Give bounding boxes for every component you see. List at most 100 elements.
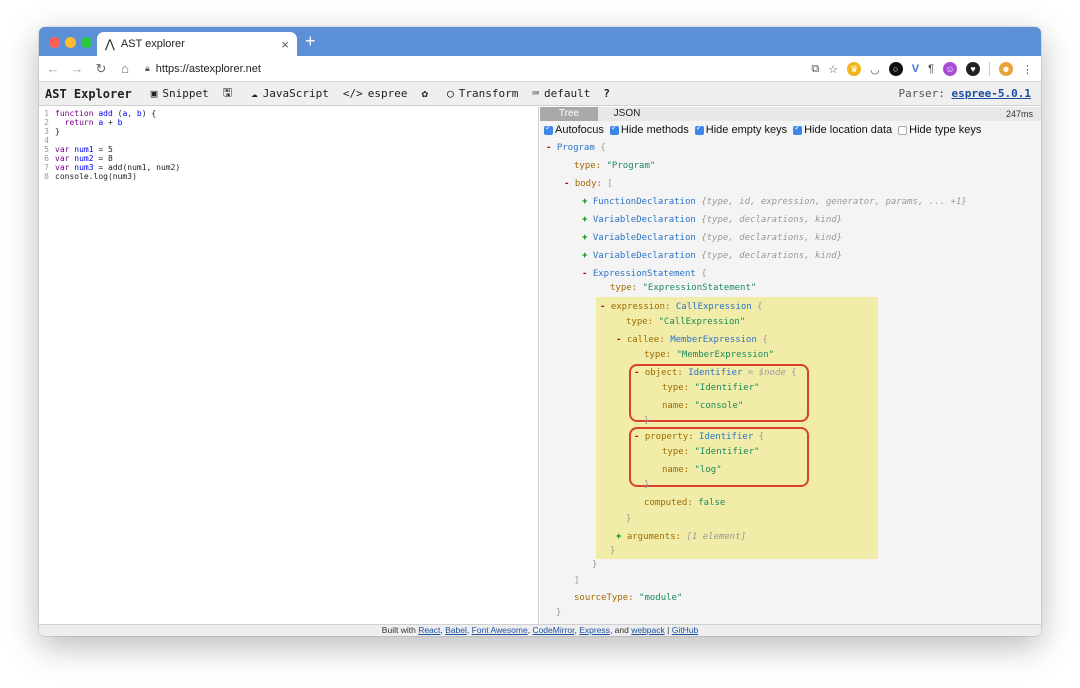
checkbox[interactable] — [793, 123, 803, 135]
extension-heart-icon[interactable]: ♥ — [966, 62, 980, 76]
footer-link-webpack[interactable]: webpack — [631, 625, 665, 635]
parse-timing: 247ms — [1005, 109, 1033, 119]
option-hide-methods[interactable]: Hide methods — [609, 123, 689, 136]
close-window-button[interactable] — [49, 37, 60, 48]
footer-link-express[interactable]: Express — [579, 625, 610, 635]
editor-line: 1 function add (a, b) { — [44, 109, 157, 118]
tree-node-object[interactable]: - object: Identifier = $node { — [634, 367, 797, 379]
snippet-button[interactable]: ▣ Snippet — [144, 82, 216, 106]
parser-version-link[interactable]: espree-5.0.1 — [952, 87, 1031, 100]
toggle-icon: ◯ — [447, 87, 454, 100]
tree-prop-type: type: "Identifier" — [662, 383, 760, 393]
home-icon[interactable]: ⌂ — [115, 61, 135, 76]
tree-node-variable-declaration[interactable]: + VariableDeclaration {type, declaration… — [582, 250, 842, 262]
help-button[interactable]: ? — [597, 87, 616, 100]
checkbox[interactable] — [694, 123, 704, 135]
bookmark-star-icon[interactable]: ☆ — [828, 63, 838, 76]
option-hide-empty-keys[interactable]: Hide empty keys — [694, 123, 787, 136]
editor-line: 7 var num3 = add(num1, num2) — [44, 163, 181, 172]
tree-prop-type: type: "Program" — [574, 161, 656, 171]
ast-tree: - Program { type: "Program" - body: [ + … — [540, 139, 1041, 624]
checkbox[interactable] — [544, 123, 553, 135]
checkbox[interactable] — [609, 123, 619, 135]
tab-json[interactable]: JSON — [598, 107, 656, 121]
output-tabs: Tree JSON 247ms — [540, 107, 1041, 121]
output-pane: Tree JSON 247ms Autofocus Hide methods H… — [540, 107, 1041, 624]
maximize-window-button[interactable] — [81, 37, 92, 48]
parser-button[interactable]: </> espree — [336, 82, 415, 106]
lock-icon: 🔒︎ — [145, 63, 150, 73]
editor-line: 3} — [44, 127, 60, 136]
new-tab-button[interactable]: + — [305, 31, 316, 51]
editor-line: 4 — [44, 136, 49, 145]
url-text: https://astexplorer.net — [155, 62, 261, 75]
footer-link-font-awesome[interactable]: Font Awesome — [472, 625, 528, 635]
tree-node-arguments[interactable]: + arguments: [1 element] — [616, 531, 746, 543]
footer-link-codemirror[interactable]: CodeMirror — [532, 625, 574, 635]
tree-node-callee[interactable]: - callee: MemberExpression { — [616, 334, 768, 346]
tree-node-expression-statement[interactable]: - ExpressionStatement { — [582, 268, 707, 280]
profile-avatar[interactable]: ☻ — [999, 62, 1013, 76]
tree-node-variable-declaration[interactable]: + VariableDeclaration {type, declaration… — [582, 214, 842, 226]
editor-line: 6 var num2 = 8 — [44, 154, 113, 163]
tree-node-expression[interactable]: - expression: CallExpression { — [600, 301, 763, 313]
tree-node-body[interactable]: - body: [ — [564, 178, 613, 190]
editor-line: 8 console.log(num3) — [44, 172, 137, 181]
save-icon: 🖫 — [222, 86, 233, 99]
extension-toolbar: ⧉ ☆ ♛ ◡ ○ V ¶ ☺ ♥ ☻ ⋮ — [811, 56, 1033, 82]
keymap-button[interactable]: ⌨ default — [525, 82, 597, 106]
tree-prop-source-type: sourceType: "module" — [574, 593, 683, 603]
tree-close-bracket: ] — [574, 576, 580, 586]
option-hide-location-data[interactable]: Hide location data — [793, 123, 892, 136]
footer-link-github[interactable]: GitHub — [672, 625, 698, 635]
tab-strip: ⋀ AST explorer × + — [39, 27, 1041, 56]
code-editor[interactable]: 1 function add (a, b) { 2 return a + b 3}… — [39, 107, 539, 624]
save-button[interactable]: 🖫 — [216, 82, 244, 106]
footer: Built with React, Babel, Font Awesome, C… — [39, 624, 1041, 636]
extension-crown-icon[interactable]: ♛ — [847, 62, 862, 76]
back-arrow-icon[interactable]: ← — [43, 61, 63, 76]
editor-line: 5 var num1 = 5 — [44, 145, 113, 154]
footer-link-react[interactable]: React — [418, 625, 440, 635]
tree-prop-name: name: "console" — [662, 401, 744, 411]
app-brand: AST Explorer — [45, 86, 132, 101]
browser-window: ⋀ AST explorer × + ← → ↻ ⌂ 🔒︎ https://as… — [39, 27, 1041, 636]
extension-purple-icon[interactable]: ☺ — [943, 62, 957, 76]
menu-kebab-icon[interactable]: ⋮ — [1022, 63, 1033, 76]
forward-arrow-icon[interactable]: → — [67, 61, 87, 76]
tree-node-function-declaration[interactable]: + FunctionDeclaration {type, id, express… — [582, 196, 967, 208]
tree-prop-type: type: "Identifier" — [662, 447, 760, 457]
tree-prop-type: type: "ExpressionStatement" — [610, 283, 757, 293]
tab-title: AST explorer — [120, 38, 185, 50]
app-header: AST Explorer ▣ Snippet 🖫 ☁ JavaScript </> e… — [39, 82, 1041, 106]
translate-icon[interactable]: ⧉ — [811, 63, 819, 76]
minimize-window-button[interactable] — [65, 37, 76, 48]
footer-link-babel[interactable]: Babel — [445, 625, 467, 635]
reload-icon[interactable]: ↻ — [91, 61, 111, 77]
tree-prop-type: type: "CallExpression" — [626, 317, 746, 327]
address-bar[interactable]: 🔒︎ https://astexplorer.net — [145, 63, 261, 75]
extension-text-icon[interactable]: ¶ — [928, 63, 934, 75]
browser-toolbar: ← → ↻ ⌂ 🔒︎ https://astexplorer.net ⧉ ☆ ♛… — [39, 56, 1041, 82]
pocket-icon[interactable]: ◡ — [870, 63, 880, 76]
option-autofocus[interactable]: Autofocus — [544, 123, 604, 136]
browser-tab[interactable]: ⋀ AST explorer × — [97, 32, 297, 56]
language-button[interactable]: ☁ JavaScript — [244, 82, 336, 106]
keyboard-icon: ⌨ — [532, 87, 540, 100]
tab-tree[interactable]: Tree — [540, 107, 598, 121]
tree-node-variable-declaration[interactable]: + VariableDeclaration {type, declaration… — [582, 232, 842, 244]
option-hide-type-keys[interactable]: Hide type keys — [898, 124, 981, 136]
tab-close-icon[interactable]: × — [281, 37, 289, 52]
checkbox[interactable] — [898, 125, 908, 135]
tree-close-brace: } — [556, 608, 562, 618]
parser-settings-button[interactable]: ✿ — [415, 82, 441, 106]
extension-v-icon[interactable]: V — [912, 63, 919, 75]
language-icon: ☁ — [251, 87, 258, 100]
code-icon: </> — [342, 87, 363, 100]
transform-button[interactable]: ◯ Transform — [440, 82, 525, 106]
tree-prop-type: type: "MemberExpression" — [644, 350, 775, 360]
tree-options: Autofocus Hide methods Hide empty keys H… — [540, 121, 1041, 139]
tree-node-program[interactable]: - Program { — [546, 142, 606, 154]
tree-node-property[interactable]: - property: Identifier { — [634, 431, 764, 443]
extension-circle-icon[interactable]: ○ — [888, 62, 903, 76]
